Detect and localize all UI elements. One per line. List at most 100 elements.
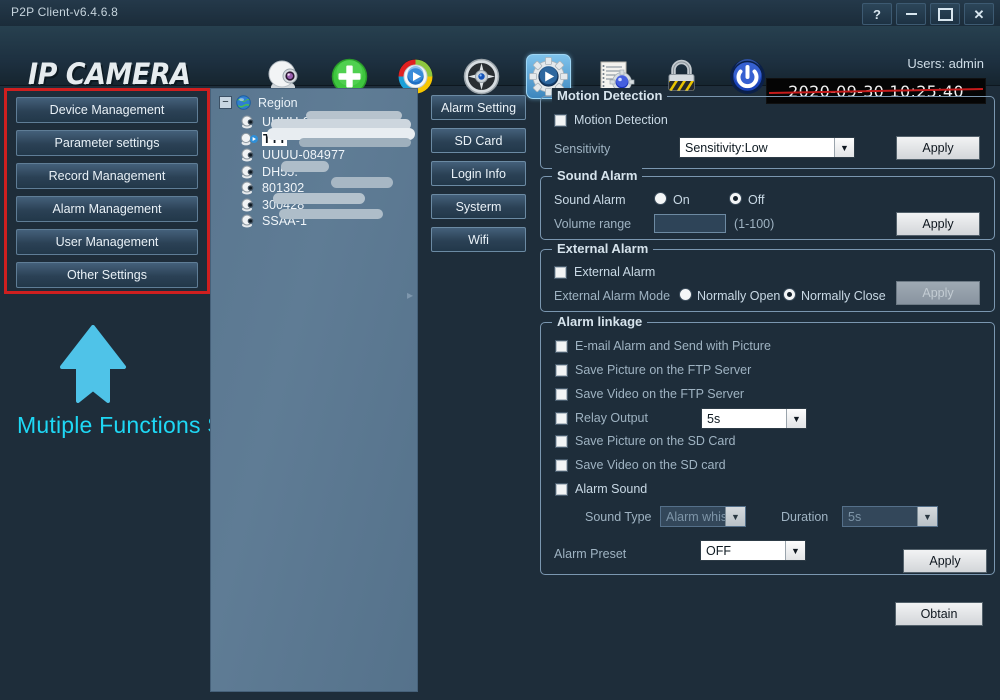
sidebar-item-record-management[interactable]: Record Management bbox=[16, 163, 198, 189]
save-video-sd-label: Save Video on the SD card bbox=[575, 458, 726, 472]
tree-root[interactable]: − Region bbox=[219, 95, 298, 110]
save-picture-ftp-checkbox[interactable] bbox=[555, 364, 568, 377]
normally-close-label: Normally Close bbox=[801, 289, 886, 303]
main-toolbar: IP CAMERA bbox=[0, 26, 1000, 86]
chevron-down-icon[interactable]: ▼ bbox=[785, 541, 805, 560]
motion-detection-group: Motion Detection Motion Detection Sensit… bbox=[540, 96, 995, 169]
user-label: Users: admin bbox=[907, 56, 984, 71]
alarm-linkage-group: Alarm linkage E-mail Alarm and Send with… bbox=[540, 322, 995, 575]
save-picture-sd-checkbox[interactable] bbox=[555, 435, 568, 448]
chevron-down-icon[interactable]: ▼ bbox=[917, 507, 937, 526]
sound-type-value: Alarm whistle bbox=[661, 510, 725, 524]
minimize-button[interactable] bbox=[896, 3, 926, 25]
motion-detection-apply-button[interactable]: Apply bbox=[896, 136, 980, 160]
tab-system[interactable]: Systerm bbox=[431, 194, 526, 219]
list-item[interactable]: 300428 bbox=[241, 197, 413, 214]
external-alarm-checkbox-label: External Alarm bbox=[574, 265, 655, 279]
sensitivity-label: Sensitivity bbox=[554, 142, 610, 156]
globe-icon bbox=[236, 95, 251, 110]
relay-output-label: Relay Output bbox=[575, 411, 648, 425]
app-window: P2P Client-v6.4.6.8 ? ✕ IP CAMERA bbox=[0, 0, 1000, 700]
app-logo: IP CAMERA bbox=[28, 57, 191, 91]
chevron-down-icon[interactable]: ▼ bbox=[786, 409, 806, 428]
sidebar-item-other-settings[interactable]: Other Settings bbox=[16, 262, 198, 288]
volume-range-label: Volume range bbox=[554, 217, 631, 231]
list-item[interactable]: TTT bbox=[241, 131, 413, 148]
external-alarm-apply-button[interactable]: Apply bbox=[896, 281, 980, 305]
list-item[interactable]: 801302 bbox=[241, 180, 413, 197]
help-button[interactable]: ? bbox=[862, 3, 892, 25]
window-controls: ? ✕ bbox=[862, 3, 994, 25]
list-item[interactable]: DH55. bbox=[241, 164, 413, 181]
sound-type-select[interactable]: Alarm whistle ▼ bbox=[660, 506, 746, 527]
up-arrow-icon bbox=[58, 325, 128, 403]
tab-login-info[interactable]: Login Info bbox=[431, 161, 526, 186]
device-camera-playing-icon bbox=[241, 132, 258, 146]
device-tree-panel: − Region UUUU-0 bbox=[210, 88, 418, 692]
device-name: UUUU-0 bbox=[262, 115, 310, 129]
save-video-ftp-checkbox[interactable] bbox=[555, 388, 568, 401]
relay-output-checkbox[interactable] bbox=[555, 412, 568, 425]
close-button[interactable]: ✕ bbox=[964, 3, 994, 25]
relay-output-select[interactable]: 5s ▼ bbox=[701, 408, 807, 429]
normally-close-radio[interactable] bbox=[783, 288, 796, 301]
email-alarm-label: E-mail Alarm and Send with Picture bbox=[575, 339, 771, 353]
normally-open-label: Normally Open bbox=[697, 289, 780, 303]
chevron-down-icon[interactable]: ▼ bbox=[725, 507, 745, 526]
device-name: DH55. bbox=[262, 165, 298, 179]
device-camera-icon bbox=[241, 148, 258, 162]
power-icon[interactable] bbox=[726, 55, 769, 98]
motion-detection-checkbox-label: Motion Detection bbox=[574, 113, 668, 127]
tab-alarm-setting[interactable]: Alarm Setting bbox=[431, 95, 526, 120]
alarm-preset-label: Alarm Preset bbox=[554, 547, 626, 561]
sidebar-item-device-management[interactable]: Device Management bbox=[16, 97, 198, 123]
maximize-button[interactable] bbox=[930, 3, 960, 25]
list-item[interactable]: SSAA-1 bbox=[241, 213, 413, 230]
sound-alarm-apply-button[interactable]: Apply bbox=[896, 212, 980, 236]
list-item[interactable]: UUUU-0 bbox=[241, 114, 413, 131]
motion-detection-title: Motion Detection bbox=[552, 88, 667, 103]
sidebar-item-alarm-management[interactable]: Alarm Management bbox=[16, 196, 198, 222]
device-name: TTT bbox=[262, 132, 287, 146]
save-video-sd-checkbox[interactable] bbox=[555, 459, 568, 472]
alarm-preset-select[interactable]: OFF ▼ bbox=[700, 540, 806, 561]
obtain-button[interactable]: Obtain bbox=[895, 602, 983, 626]
motion-detection-checkbox[interactable] bbox=[554, 114, 567, 127]
alarm-linkage-apply-button[interactable]: Apply bbox=[903, 549, 987, 573]
tree-expander-icon[interactable]: − bbox=[219, 96, 232, 109]
device-camera-icon bbox=[241, 165, 258, 179]
tab-wifi[interactable]: Wifi bbox=[431, 227, 526, 252]
sidebar-item-user-management[interactable]: User Management bbox=[16, 229, 198, 255]
alarm-sound-checkbox[interactable] bbox=[555, 483, 568, 496]
duration-select[interactable]: 5s ▼ bbox=[842, 506, 938, 527]
normally-open-radio[interactable] bbox=[679, 288, 692, 301]
alarm-linkage-title: Alarm linkage bbox=[552, 314, 647, 329]
device-list: UUUU-0 TTT UUUU-084977 DH55. bbox=[241, 114, 413, 230]
sound-alarm-on-radio[interactable] bbox=[654, 192, 667, 205]
email-alarm-checkbox[interactable] bbox=[555, 340, 568, 353]
volume-range-input[interactable] bbox=[654, 214, 726, 233]
list-item[interactable]: UUUU-084977 bbox=[241, 147, 413, 164]
window-title: P2P Client-v6.4.6.8 bbox=[11, 5, 118, 19]
tree-scroll-arrow-icon[interactable]: ▸ bbox=[407, 288, 415, 302]
device-camera-icon bbox=[241, 214, 258, 228]
chevron-down-icon[interactable]: ▼ bbox=[834, 138, 854, 157]
device-name: 801302 bbox=[262, 181, 304, 195]
sound-alarm-row-label: Sound Alarm bbox=[554, 193, 626, 207]
tab-sd-card[interactable]: SD Card bbox=[431, 128, 526, 153]
device-name: SSAA-1 bbox=[262, 214, 307, 228]
sidebar-item-parameter-settings[interactable]: Parameter settings bbox=[16, 130, 198, 156]
ptz-control-icon[interactable] bbox=[460, 55, 503, 98]
sound-alarm-off-radio[interactable] bbox=[729, 192, 742, 205]
save-video-ftp-label: Save Video on the FTP Server bbox=[575, 387, 744, 401]
sound-alarm-on-label: On bbox=[673, 193, 690, 207]
sensitivity-select[interactable]: Sensitivity:Low ▼ bbox=[679, 137, 855, 158]
sound-alarm-title: Sound Alarm bbox=[552, 168, 642, 183]
external-alarm-checkbox[interactable] bbox=[554, 266, 567, 279]
external-alarm-title: External Alarm bbox=[552, 241, 653, 256]
sound-alarm-group: Sound Alarm Sound Alarm On Off Volume ra… bbox=[540, 176, 995, 240]
device-name: UUUU-084977 bbox=[262, 148, 345, 162]
device-camera-icon bbox=[241, 198, 258, 212]
sensitivity-value: Sensitivity:Low bbox=[680, 141, 834, 155]
alarm-preset-value: OFF bbox=[701, 544, 785, 558]
